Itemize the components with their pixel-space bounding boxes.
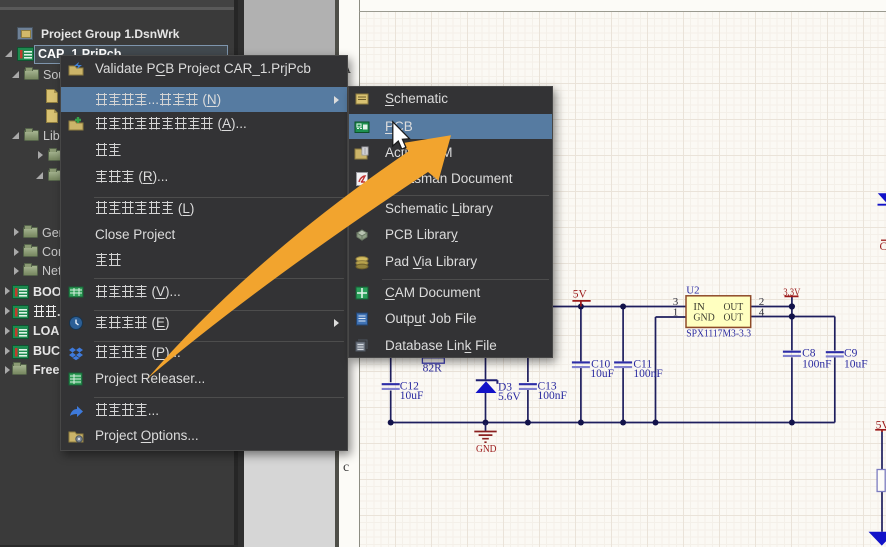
svg-text:4: 4 [759, 306, 765, 318]
svg-text:100nF: 100nF [802, 359, 831, 371]
svg-text:10uF: 10uF [844, 359, 868, 371]
svg-text:U2: U2 [686, 284, 699, 296]
svg-text:10uF: 10uF [400, 390, 424, 402]
svg-text:100nF: 100nF [538, 390, 567, 402]
svg-text:82R: 82R [423, 363, 443, 375]
svg-text:1: 1 [673, 306, 679, 318]
svg-text:3.3V: 3.3V [783, 287, 801, 298]
svg-text:OUT: OUT [724, 312, 744, 324]
svg-text:GND: GND [476, 444, 497, 455]
svg-text:10uF: 10uF [590, 368, 614, 380]
svg-text:5.6V: 5.6V [498, 391, 521, 403]
svg-text:C: C [880, 241, 886, 253]
svg-text:5V: 5V [573, 289, 588, 301]
svg-text:GND: GND [693, 312, 715, 324]
svg-text:SPX1117M3-3.3: SPX1117M3-3.3 [686, 328, 751, 340]
svg-text:100nF: 100nF [633, 368, 662, 380]
svg-text:5V: 5V [876, 420, 886, 432]
